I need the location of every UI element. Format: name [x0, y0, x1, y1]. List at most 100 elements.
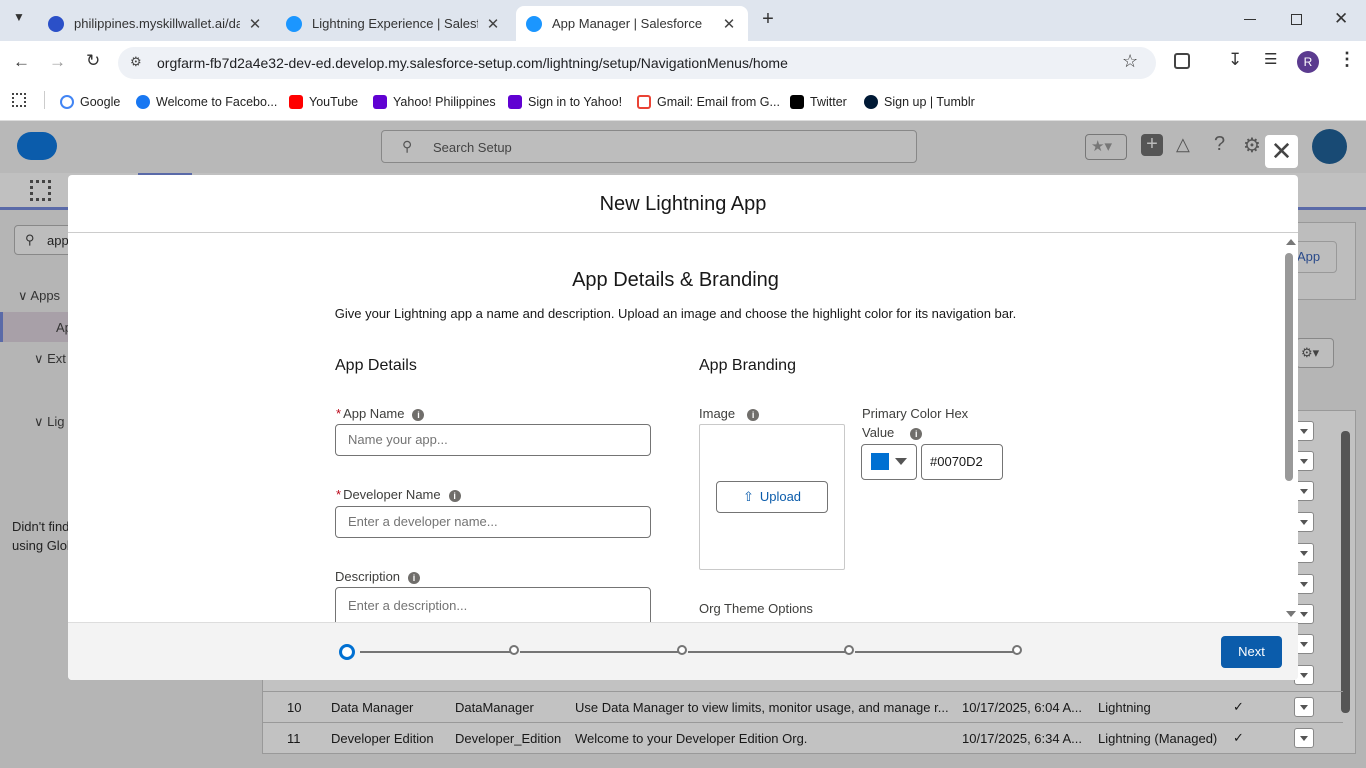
media-icon[interactable]: ☰: [1264, 50, 1277, 68]
primary-color-label-text: Value: [862, 425, 895, 440]
bookmark-yahoo-signin[interactable]: Sign in to Yahoo!: [508, 92, 622, 112]
minimize-icon[interactable]: [1244, 19, 1256, 20]
setup-gear-icon[interactable]: ⚙: [1243, 133, 1261, 158]
bookmark-yahoo-ph[interactable]: Yahoo! Philippines: [373, 92, 496, 112]
info-icon[interactable]: i: [448, 489, 461, 502]
row-action-menu[interactable]: [1294, 728, 1314, 748]
checkmark-icon: ✓: [1233, 730, 1244, 745]
salesforce-global-header: ⚲ Search Setup ★▾ + △ ? ⚙: [0, 121, 1366, 173]
site-info-icon[interactable]: ⚙: [130, 54, 142, 70]
extensions-icon[interactable]: [1174, 53, 1190, 69]
app-type: Lightning (Managed): [1098, 731, 1218, 746]
yahoo-icon: [508, 95, 522, 109]
tree-label: Apps: [30, 288, 61, 303]
profile-avatar[interactable]: R: [1297, 51, 1319, 73]
forward-icon[interactable]: →: [49, 52, 66, 72]
restore-icon[interactable]: [1291, 14, 1302, 25]
modal-scrollbar-track[interactable]: [1284, 237, 1296, 619]
bookmark-tumblr[interactable]: Sign up | Tumblr: [864, 92, 975, 112]
app-label-link[interactable]: Developer Edition: [331, 731, 434, 746]
row-action-menu[interactable]: [1294, 697, 1314, 717]
tree-selected-item[interactable]: Ap: [0, 312, 72, 342]
scroll-thumb[interactable]: [1285, 253, 1293, 481]
checkmark-icon: ✓: [1233, 699, 1244, 714]
salesforce-cloud-icon: [286, 15, 302, 32]
trailhead-icon[interactable]: △: [1176, 134, 1190, 155]
tree-lightning[interactable]: ∨ Lig: [34, 414, 65, 430]
quick-find-input[interactable]: ⚲ app: [14, 225, 74, 255]
description-textarea[interactable]: Enter a description...: [335, 587, 651, 627]
google-icon: [60, 95, 74, 109]
primary-color-hex-input[interactable]: #0070D2: [921, 444, 1003, 480]
next-button[interactable]: Next: [1221, 636, 1282, 668]
download-icon[interactable]: ↧: [1228, 50, 1242, 70]
developer-name-input[interactable]: Enter a developer name...: [335, 506, 651, 538]
setup-search-input[interactable]: ⚲ Search Setup: [381, 130, 917, 163]
apps-grid-icon[interactable]: [12, 93, 26, 107]
info-icon[interactable]: i: [412, 408, 425, 421]
new-lightning-app-modal: New Lightning App App Details & Branding…: [68, 175, 1298, 680]
progress-step-1-active[interactable]: [339, 644, 355, 660]
global-add-icon[interactable]: +: [1141, 134, 1163, 156]
url-field[interactable]: ⚙ orgfarm-fb7d2a4e32-dev-ed.develop.my.s…: [118, 47, 1156, 79]
help-icon[interactable]: ?: [1214, 133, 1225, 156]
info-icon[interactable]: i: [408, 571, 421, 584]
list-view-settings-button[interactable]: ⚙▾: [1296, 338, 1334, 368]
app-type: Lightning: [1098, 700, 1151, 715]
info-icon[interactable]: i: [747, 408, 760, 421]
scroll-up-arrow[interactable]: [1286, 239, 1296, 245]
bookmark-youtube[interactable]: YouTube: [289, 92, 358, 112]
app-name-input[interactable]: Name your app...: [335, 424, 651, 456]
bookmarks-divider: [44, 91, 45, 109]
reload-icon[interactable]: ↻: [86, 51, 100, 71]
tree-label: Lig: [47, 414, 65, 429]
tree-extensions[interactable]: ∨ Ext: [34, 351, 66, 367]
user-avatar[interactable]: [1312, 129, 1347, 164]
developer-name: DataManager: [455, 700, 534, 715]
table-row: 11 Developer Edition Developer_Edition W…: [263, 722, 1343, 752]
chevron-down-icon: ∨: [34, 351, 44, 366]
tab-search-button[interactable]: ▼: [8, 10, 30, 30]
bookmark-gmail[interactable]: Gmail: Email from G...: [637, 92, 780, 112]
primary-color-label-1: Primary Color Hex: [862, 406, 969, 421]
info-icon[interactable]: i: [910, 427, 923, 440]
tab-app-manager[interactable]: App Manager | Salesforce ✕: [516, 6, 748, 41]
close-tab-icon[interactable]: ✕: [720, 15, 738, 33]
close-tab-icon[interactable]: ✕: [484, 15, 502, 33]
developer-name-label-text: Developer Name: [343, 487, 441, 502]
section-title: App Details & Branding: [572, 269, 779, 291]
browser-menu-icon[interactable]: ⋮: [1338, 49, 1356, 70]
app-description: Use Data Manager to view limits, monitor…: [575, 700, 949, 715]
back-icon[interactable]: ←: [13, 52, 30, 72]
upload-button[interactable]: ⇧ Upload: [716, 481, 828, 513]
modal-close-button[interactable]: ✕: [1265, 135, 1298, 168]
yahoo-icon: [373, 95, 387, 109]
bookmark-twitter[interactable]: Twitter: [790, 92, 847, 112]
color-picker-button[interactable]: [861, 444, 917, 480]
progress-step-5[interactable]: [1012, 645, 1022, 655]
table-scrollbar[interactable]: [1341, 431, 1350, 713]
progress-line: [855, 651, 1013, 653]
progress-step-2[interactable]: [509, 645, 519, 655]
app-label-link[interactable]: Data Manager: [331, 700, 413, 715]
tab-lightning-experience[interactable]: Lightning Experience | Salesforc ✕: [276, 6, 512, 41]
progress-line: [688, 651, 845, 653]
bookmark-google[interactable]: Google: [60, 92, 120, 112]
bookmark-facebook[interactable]: Welcome to Facebo...: [136, 92, 277, 112]
favorites-star-icon[interactable]: ★▾: [1085, 134, 1127, 160]
bookmark-star-icon[interactable]: ☆: [1122, 51, 1138, 72]
progress-step-4[interactable]: [844, 645, 854, 655]
upload-label: Upload: [759, 489, 802, 504]
app-launcher-icon[interactable]: [30, 180, 51, 201]
progress-line: [520, 651, 678, 653]
progress-step-3[interactable]: [677, 645, 687, 655]
tab-myskillwallet[interactable]: philippines.myskillwallet.ai/dash ✕: [38, 6, 274, 41]
close-window-icon[interactable]: ✕: [1334, 9, 1348, 29]
tree-apps[interactable]: ∨ Apps: [18, 288, 60, 304]
close-tab-icon[interactable]: ✕: [246, 15, 264, 33]
tab-title: App Manager | Salesforce: [552, 16, 703, 31]
using-global-text: using Glob: [12, 538, 75, 553]
bookmark-label: Gmail: Email from G...: [657, 95, 780, 109]
scroll-down-arrow[interactable]: [1286, 611, 1296, 617]
new-tab-button[interactable]: +: [758, 8, 778, 32]
